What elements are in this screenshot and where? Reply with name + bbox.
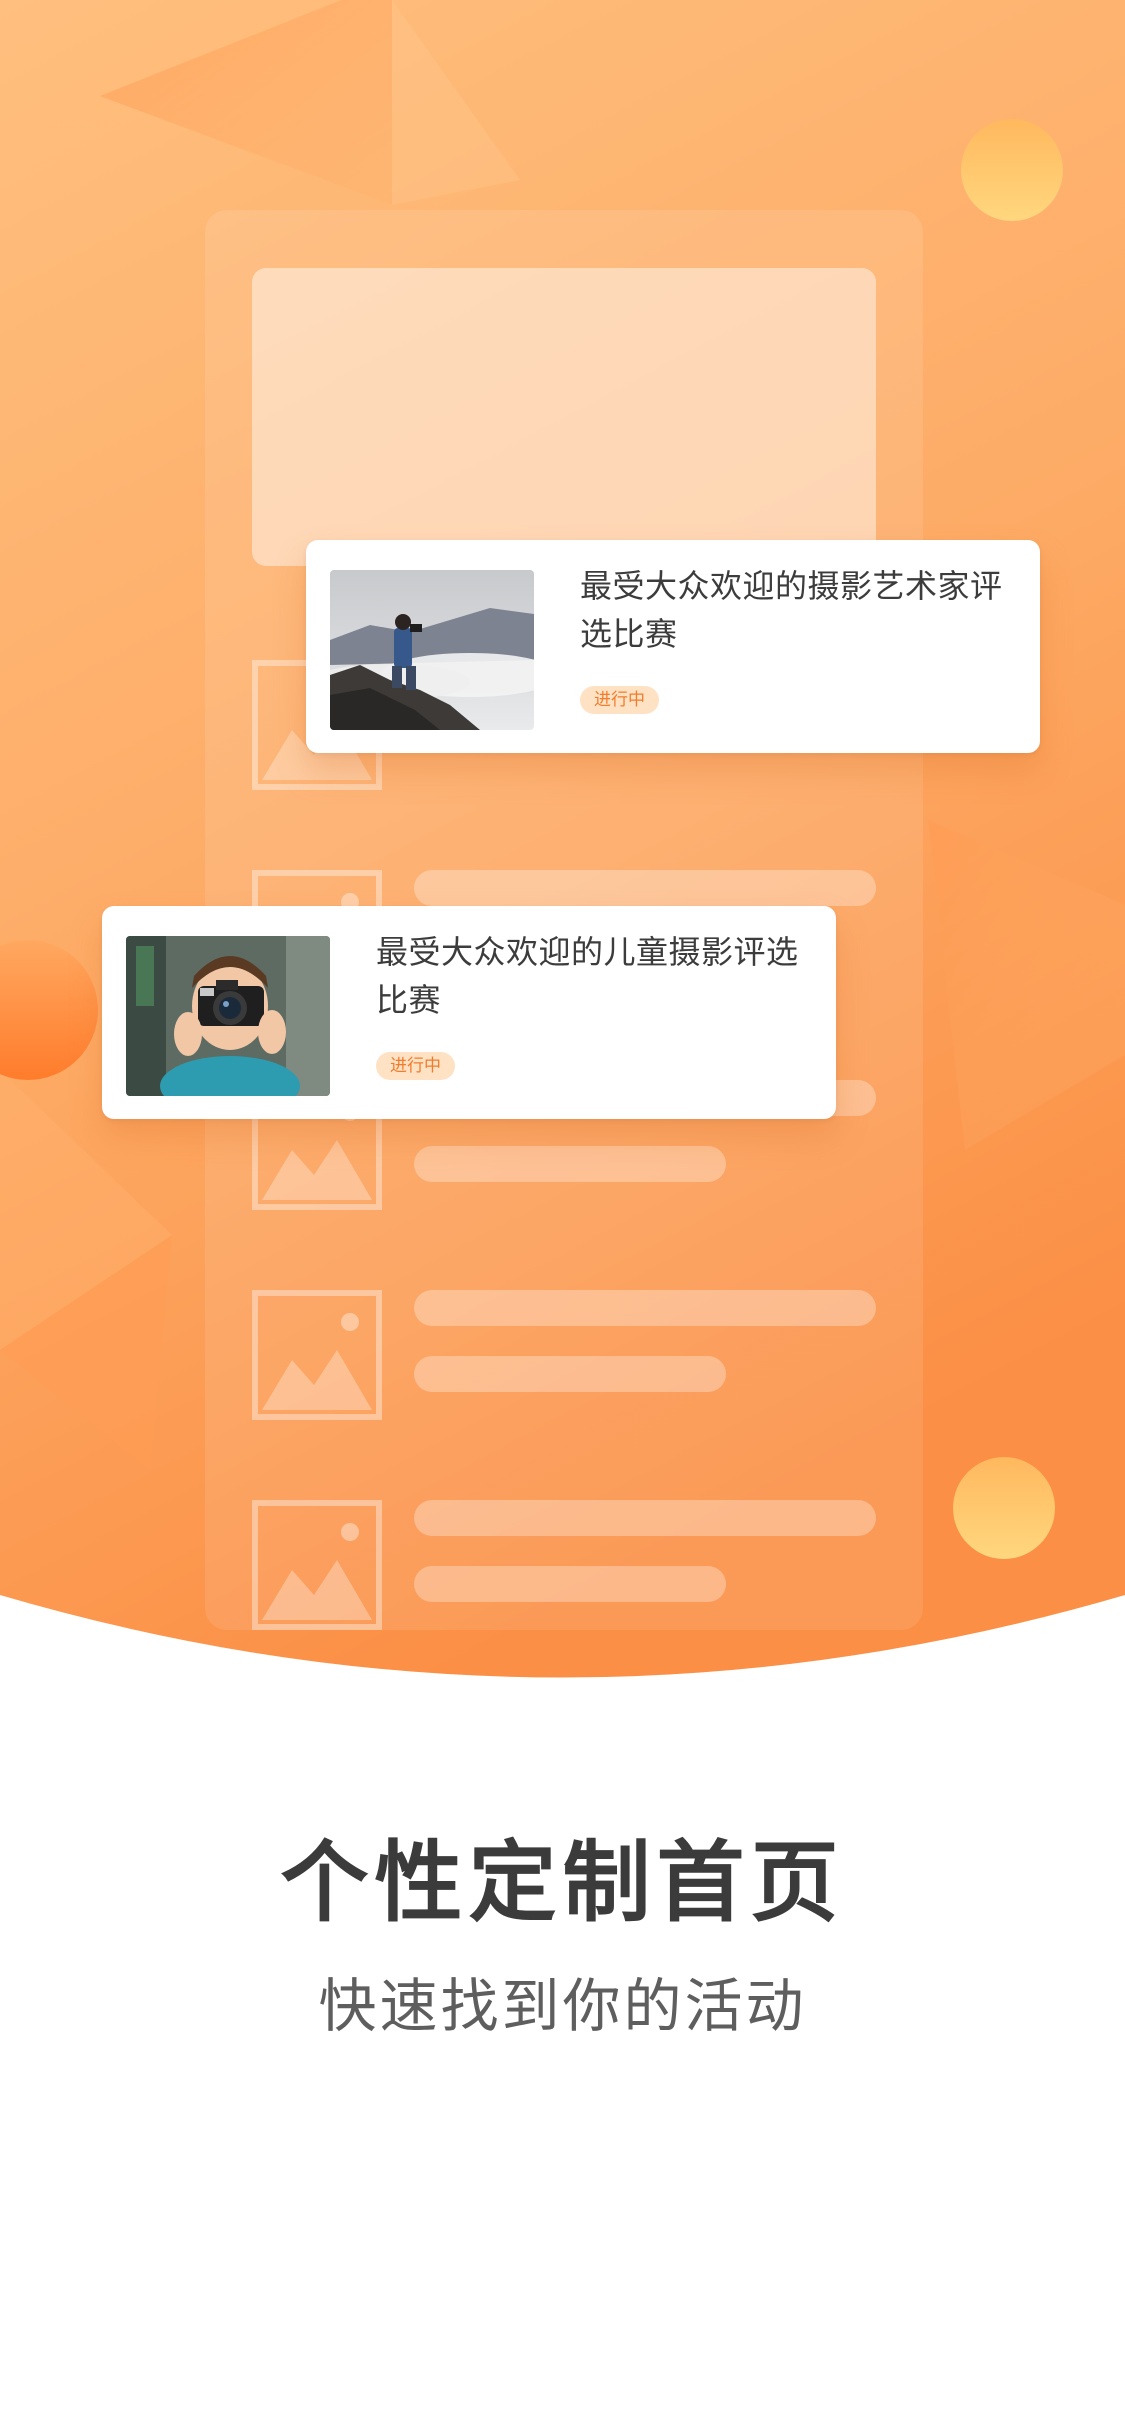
card-title: 最受大众欢迎的儿童摄影评选比赛 — [376, 933, 799, 1019]
activity-card[interactable]: 最受大众欢迎的儿童摄影评选比赛 进行中 — [102, 906, 836, 1119]
page-subheadline: 快速找到你的活动 — [318, 1972, 807, 2040]
hero-illustration — [0, 0, 1125, 1700]
page-headline: 个性定制首页 — [280, 1831, 845, 1934]
child-with-camera-photo — [126, 936, 330, 1096]
status-badge: 进行中 — [376, 1052, 455, 1080]
status-badge: 进行中 — [580, 686, 659, 714]
onboarding-page: 最受大众欢迎的摄影艺术家评选比赛 进行中 最受大众欢迎的儿童摄影评选比赛 进行中… — [0, 0, 1125, 2436]
photographer-on-cliff-photo — [330, 570, 534, 730]
activity-card[interactable]: 最受大众欢迎的摄影艺术家评选比赛 进行中 — [306, 540, 1040, 753]
card-title: 最受大众欢迎的摄影艺术家评选比赛 — [580, 567, 1003, 653]
hero-curve-divider — [0, 1595, 1125, 1700]
